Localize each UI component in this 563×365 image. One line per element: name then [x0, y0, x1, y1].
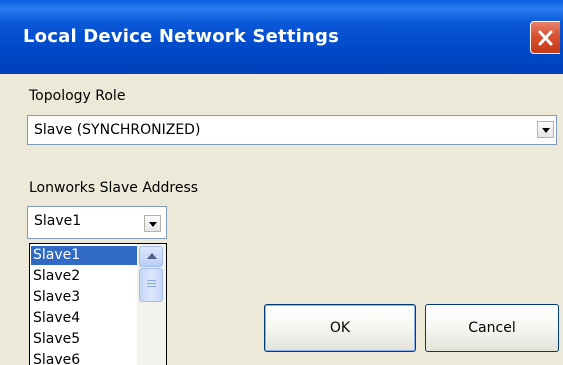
topology-role-value: Slave (SYNCHRONIZED)	[34, 122, 201, 138]
chevron-up-icon[interactable]	[139, 246, 163, 267]
topology-role-label: Topology Role	[29, 88, 126, 104]
chevron-down-icon[interactable]	[537, 121, 554, 138]
chevron-down-icon[interactable]	[144, 215, 161, 232]
list-item[interactable]: Slave5	[31, 330, 137, 349]
list-scrollbar[interactable]	[137, 244, 166, 365]
slave-address-value: Slave1	[34, 213, 82, 229]
close-icon	[538, 30, 553, 46]
close-button[interactable]	[530, 21, 560, 54]
list-item[interactable]: Slave1	[31, 246, 137, 265]
list-item[interactable]: Slave2	[31, 267, 137, 286]
window-title: Local Device Network Settings	[23, 26, 340, 47]
title-bar: Local Device Network Settings	[0, 0, 563, 74]
topology-role-select[interactable]: Slave (SYNCHRONIZED)	[27, 115, 557, 145]
list-item[interactable]: Slave6	[31, 351, 137, 365]
cancel-button[interactable]: Cancel	[425, 304, 559, 352]
list-item[interactable]: Slave4	[31, 309, 137, 328]
slave-address-dropdown-list[interactable]: Slave1 Slave2 Slave3 Slave4 Slave5 Slave…	[29, 243, 167, 365]
ok-button[interactable]: OK	[264, 304, 416, 352]
list-item[interactable]: Slave3	[31, 288, 137, 307]
scroll-thumb[interactable]	[139, 268, 163, 302]
slave-address-label: Lonworks Slave Address	[29, 180, 199, 196]
slave-address-select[interactable]: Slave1	[27, 206, 167, 239]
